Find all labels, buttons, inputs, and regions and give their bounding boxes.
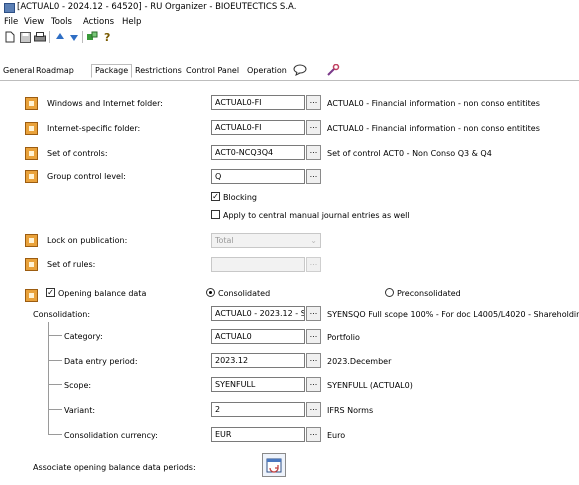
scope-desc: SYENFULL (ACTUAL0) — [327, 381, 413, 390]
currency-browse-button[interactable]: ... — [306, 427, 321, 442]
menu-help[interactable]: Help — [122, 17, 141, 27]
variant-input[interactable]: 2 — [211, 402, 305, 417]
app-icon — [4, 3, 15, 13]
blocking-label: Blocking — [223, 193, 258, 202]
rules-label: Set of rules: — [47, 260, 96, 269]
calendar-refresh-icon — [266, 458, 282, 473]
print-icon[interactable] — [34, 31, 46, 43]
controls-icon — [25, 147, 38, 160]
lock-value: Total — [215, 236, 234, 245]
internet-folder-browse-button[interactable]: ... — [306, 120, 321, 135]
opening-icon — [25, 289, 38, 302]
tree-branch — [48, 360, 62, 361]
tab-roadmap[interactable]: Roadmap — [36, 66, 74, 75]
period-desc: 2023.December — [327, 357, 392, 366]
opening-checkbox[interactable]: ✓ — [46, 288, 55, 297]
wrench-icon[interactable] — [326, 63, 340, 78]
window-title: [ACTUAL0 - 2024.12 - 64520] - RU Organiz… — [17, 2, 297, 12]
new-icon[interactable] — [4, 31, 16, 43]
toolbar: ? — [0, 30, 579, 45]
tab-general[interactable]: General — [3, 66, 35, 75]
currency-desc: Euro — [327, 431, 346, 440]
windows-folder-desc: ACTUAL0 - Financial information - non co… — [327, 99, 540, 108]
preconsolidated-radio[interactable] — [385, 288, 394, 297]
windows-folder-input[interactable]: ACTUAL0-FI — [211, 95, 305, 110]
internet-folder-desc: ACTUAL0 - Financial information - non co… — [327, 124, 540, 133]
rules-input[interactable] — [211, 257, 305, 272]
period-browse-button[interactable]: ... — [306, 353, 321, 368]
menu-view[interactable]: View — [24, 17, 44, 27]
tab-restrictions[interactable]: Restrictions — [135, 66, 182, 75]
tree-branch — [48, 384, 62, 385]
consolidation-desc: SYENSQO Full scope 100% - For doc L4005/… — [327, 310, 579, 319]
group-control-label: Group control level: — [47, 172, 126, 181]
consolidation-input[interactable]: ACTUAL0 - 2023.12 - S — [211, 306, 305, 321]
windows-folder-label: Windows and Internet folder: — [47, 99, 163, 108]
tab-package[interactable]: Package — [91, 64, 133, 78]
variant-browse-button[interactable]: ... — [306, 402, 321, 417]
group-control-input[interactable]: Q — [211, 169, 305, 184]
rules-icon — [25, 258, 38, 271]
preconsolidated-label: Preconsolidated — [397, 289, 461, 298]
currency-input[interactable]: EUR — [211, 427, 305, 442]
tab-bar: General Roadmap Package Restrictions Con… — [0, 63, 579, 81]
consolidation-browse-button[interactable]: ... — [306, 306, 321, 321]
comment-icon[interactable] — [293, 64, 307, 78]
opening-label: Opening balance data — [58, 289, 147, 298]
title-bar: [ACTUAL0 - 2024.12 - 64520] - RU Organiz… — [0, 0, 579, 15]
variant-label: Variant: — [64, 406, 96, 415]
tab-operation[interactable]: Operation — [247, 66, 287, 75]
up-arrow-icon[interactable] — [54, 31, 66, 43]
apply-manual-label: Apply to central manual journal entries … — [223, 211, 410, 220]
down-arrow-icon[interactable] — [68, 31, 80, 43]
associate-label: Associate opening balance data periods: — [33, 463, 196, 472]
apply-manual-checkbox[interactable] — [211, 210, 220, 219]
group-control-icon — [25, 170, 38, 183]
svg-text:?: ? — [104, 31, 110, 43]
help-icon[interactable]: ? — [101, 31, 113, 43]
currency-label: Consolidation currency: — [64, 431, 158, 440]
menu-tools[interactable]: Tools — [51, 17, 72, 27]
tree-branch — [48, 409, 62, 410]
controls-browse-button[interactable]: ... — [306, 145, 321, 160]
scope-input[interactable]: SYENFULL — [211, 377, 305, 392]
controls-label: Set of controls: — [47, 149, 108, 158]
menu-actions[interactable]: Actions — [83, 17, 114, 27]
consolidated-label: Consolidated — [218, 289, 271, 298]
internet-folder-label: Internet-specific folder: — [47, 124, 141, 133]
controls-desc: Set of control ACT0 - Non Conso Q3 & Q4 — [327, 149, 492, 158]
controls-input[interactable]: ACT0-NCQ3Q4 — [211, 145, 305, 160]
menu-bar: File View Tools Actions Help — [0, 16, 579, 30]
scope-label: Scope: — [64, 381, 92, 390]
windows-folder-browse-button[interactable]: ... — [306, 95, 321, 110]
category-browse-button[interactable]: ... — [306, 329, 321, 344]
period-input[interactable]: 2023.12 — [211, 353, 305, 368]
tree-branch — [48, 335, 62, 336]
tab-control-panel[interactable]: Control Panel — [186, 66, 239, 75]
internet-folder-input[interactable]: ACTUAL0-FI — [211, 120, 305, 135]
consolidated-radio[interactable] — [206, 288, 215, 297]
tree-branch — [48, 434, 62, 435]
tree-line — [48, 322, 49, 434]
lock-icon — [25, 234, 38, 247]
menu-file[interactable]: File — [4, 17, 18, 27]
scope-browse-button[interactable]: ... — [306, 377, 321, 392]
green-node-icon[interactable] — [86, 31, 98, 43]
period-label: Data entry period: — [64, 357, 138, 366]
category-desc: Portfolio — [327, 333, 360, 342]
variant-desc: IFRS Norms — [327, 406, 374, 415]
category-input[interactable]: ACTUAL0 — [211, 329, 305, 344]
consolidation-label: Consolidation: — [33, 310, 91, 319]
associate-periods-button[interactable] — [262, 453, 286, 477]
folder-icon — [25, 122, 38, 135]
blocking-checkbox[interactable]: ✓ — [211, 192, 220, 201]
lock-label: Lock on publication: — [47, 236, 128, 245]
group-control-browse-button[interactable]: ... — [306, 169, 321, 184]
rules-browse-button[interactable]: ... — [306, 257, 321, 272]
chevron-down-icon: ⌄ — [310, 236, 317, 245]
category-label: Category: — [64, 332, 103, 341]
lock-select[interactable]: Total ⌄ — [211, 233, 321, 248]
save-icon[interactable] — [19, 31, 31, 43]
folder-icon — [25, 97, 38, 110]
